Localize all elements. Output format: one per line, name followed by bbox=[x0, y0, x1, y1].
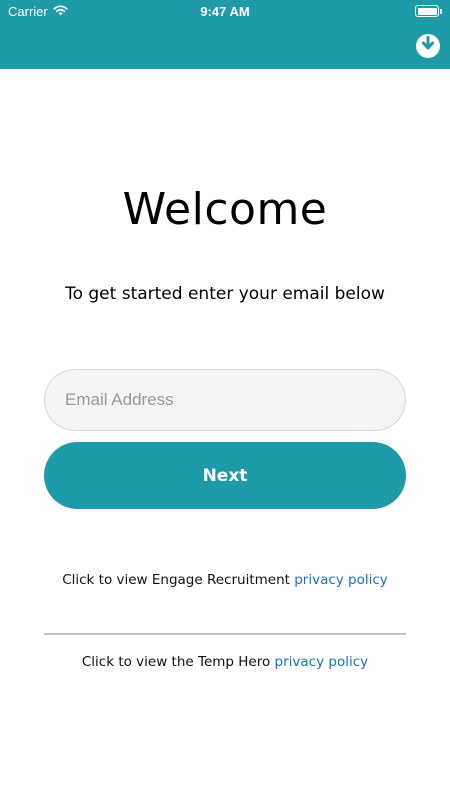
engage-privacy-policy-link[interactable]: privacy policy bbox=[294, 572, 388, 588]
download-button[interactable] bbox=[416, 34, 440, 58]
divider bbox=[44, 633, 406, 635]
next-button[interactable]: Next bbox=[44, 442, 406, 509]
header-bar: Carrier 9:47 AM bbox=[0, 0, 450, 69]
engage-policy-text: Click to view Engage Recruitment bbox=[62, 572, 295, 588]
status-bar: Carrier 9:47 AM bbox=[0, 0, 450, 24]
temphero-policy-text: Click to view the Temp Hero bbox=[81, 654, 275, 670]
email-field[interactable] bbox=[44, 369, 406, 431]
arrow-down-circle-icon bbox=[421, 36, 435, 56]
temphero-policy-row: Click to view the Temp Hero privacy poli… bbox=[0, 654, 450, 670]
page-subtitle: To get started enter your email below bbox=[65, 284, 385, 304]
battery-icon bbox=[415, 5, 442, 17]
page-title: Welcome bbox=[122, 184, 328, 235]
status-time: 9:47 AM bbox=[200, 4, 250, 19]
temphero-privacy-policy-link[interactable]: privacy policy bbox=[275, 654, 369, 670]
engage-policy-row: Click to view Engage Recruitment privacy… bbox=[0, 572, 450, 588]
